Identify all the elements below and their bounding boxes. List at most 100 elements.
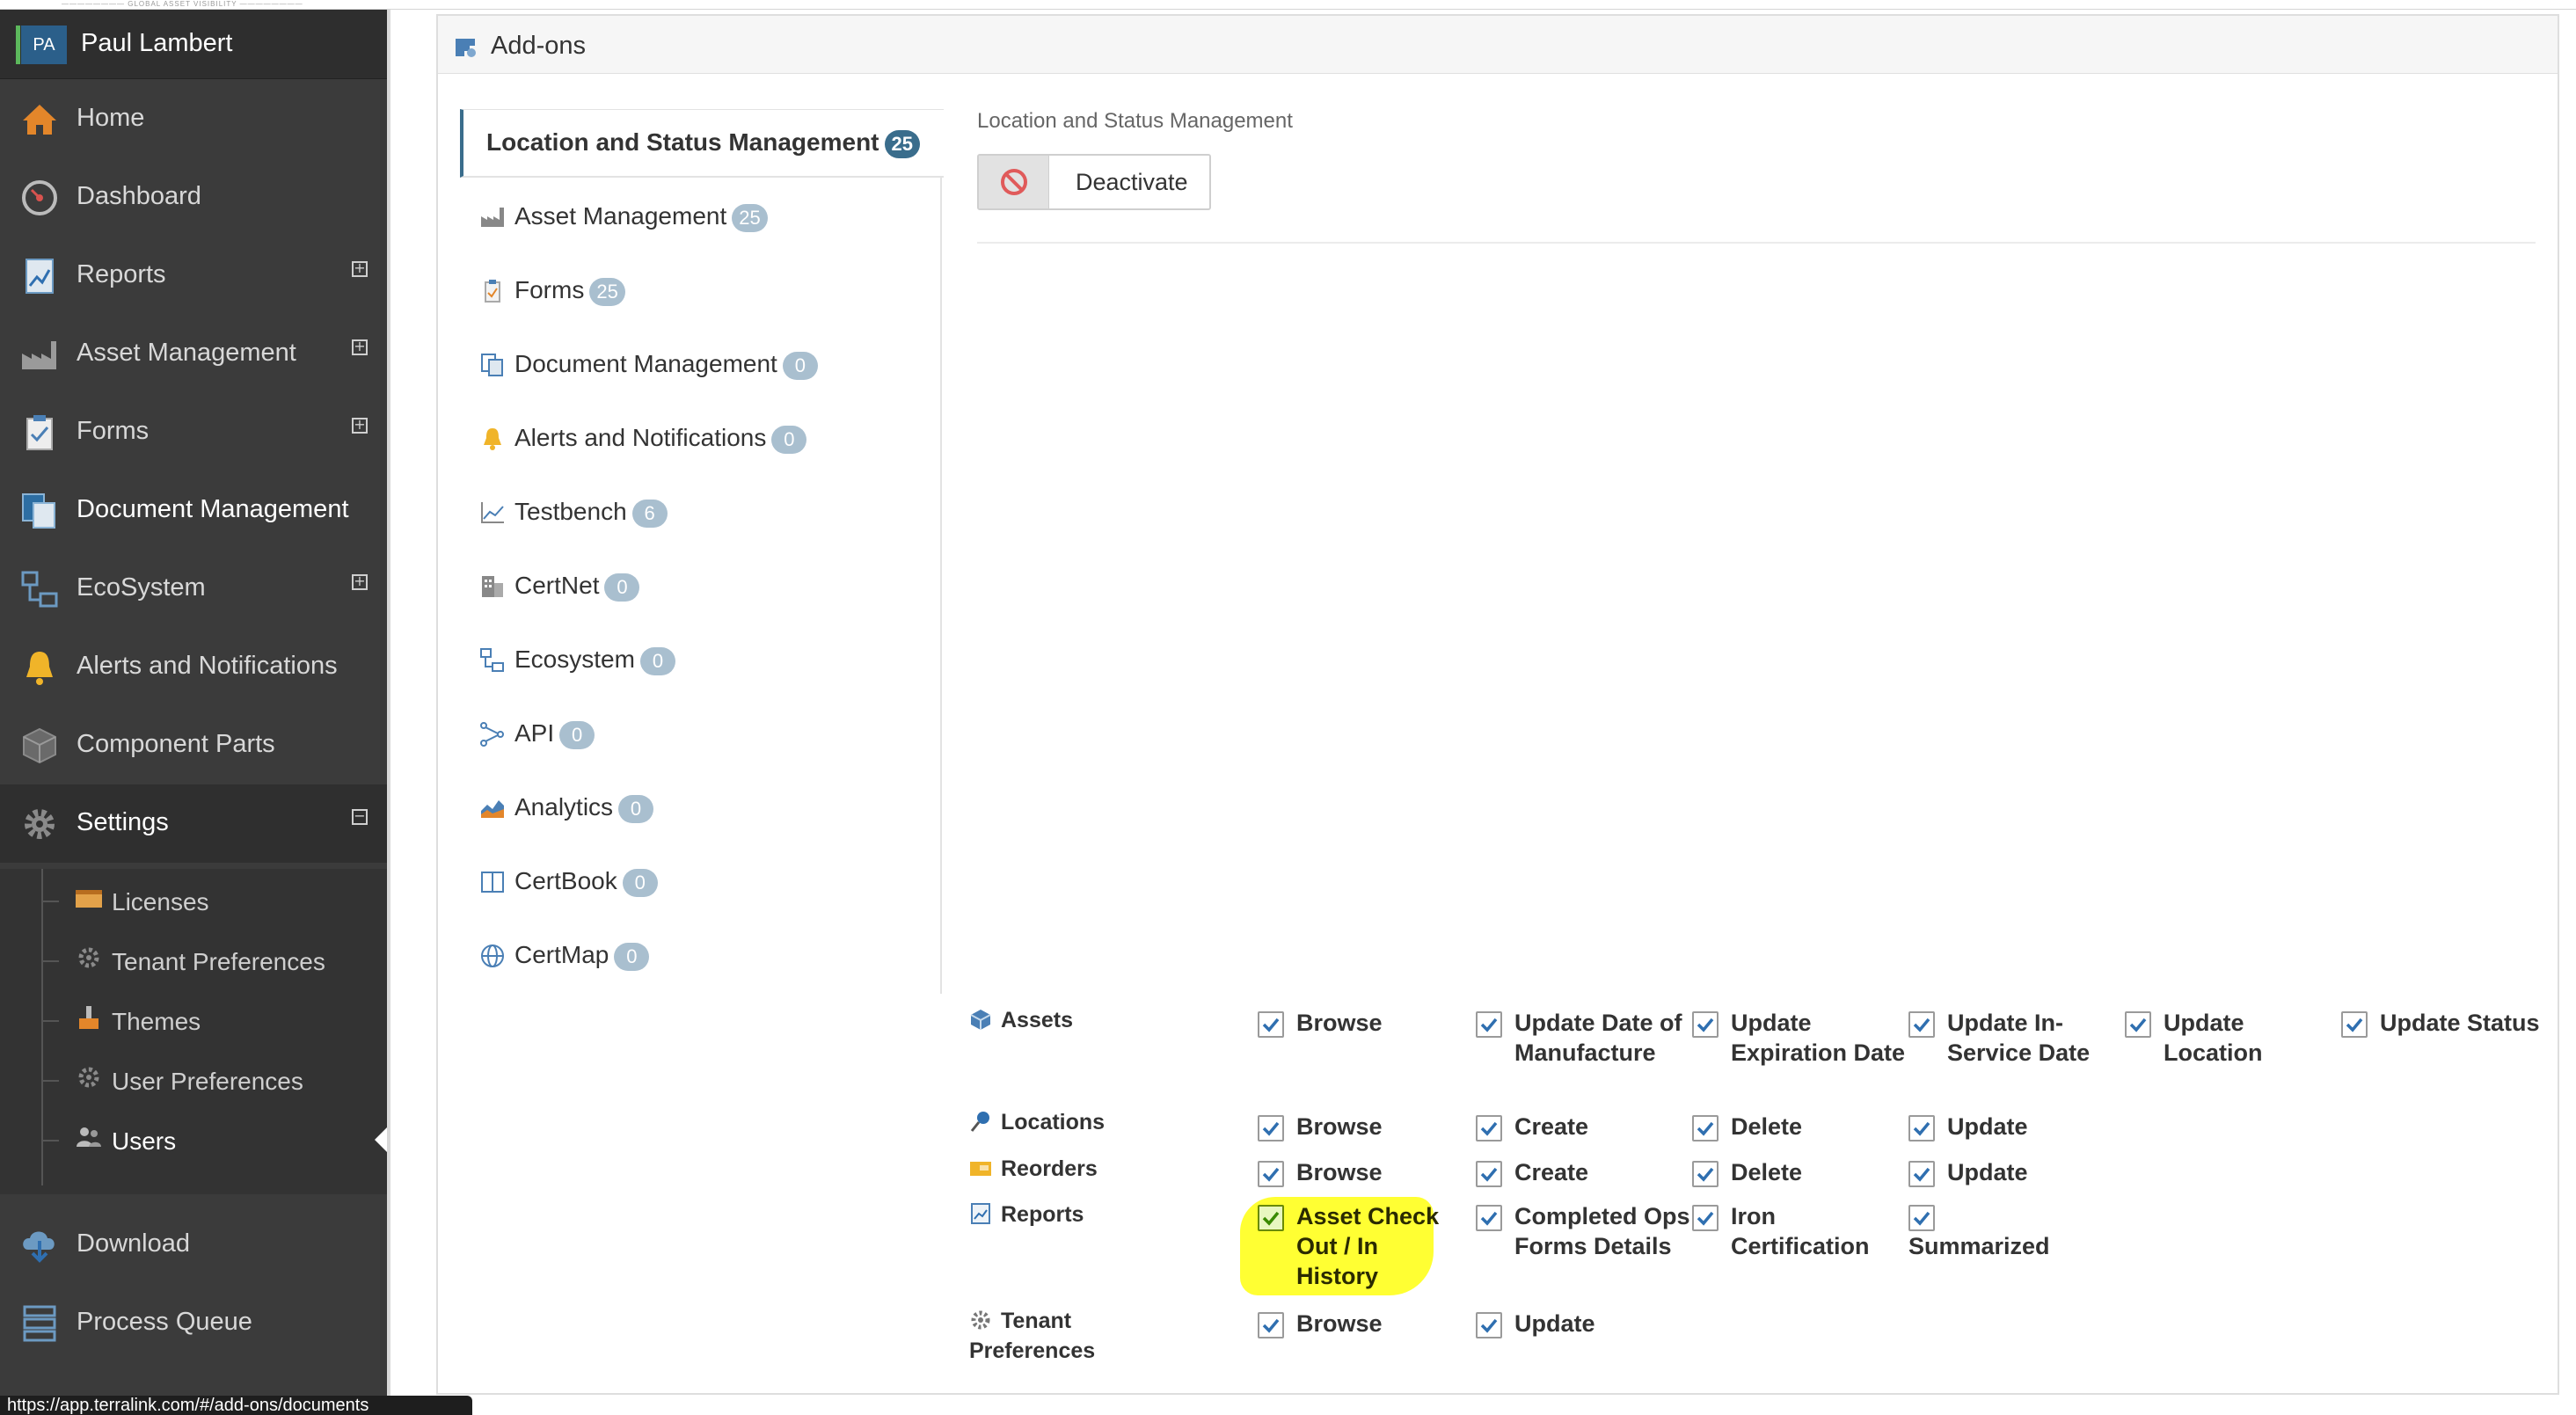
clipboard-icon xyxy=(26,415,53,450)
perm-action-label: Summarized xyxy=(1908,1233,2050,1259)
count-badge: 0 xyxy=(622,868,658,897)
checkbox[interactable] xyxy=(1258,1011,1284,1038)
checkbox[interactable] xyxy=(1258,1161,1284,1187)
expand-icon[interactable]: + xyxy=(352,339,368,355)
nav-item-document-management[interactable]: Document Management xyxy=(0,471,387,550)
perm-action-label: Asset Check Out / In History xyxy=(1296,1203,1440,1289)
nav-item-download[interactable]: Download xyxy=(0,1206,387,1284)
sub-item-themes[interactable]: Themes xyxy=(0,990,387,1050)
check-icon xyxy=(1697,1017,1714,1032)
sub-item-label: Licenses xyxy=(112,888,209,915)
sub-item-users[interactable]: Users xyxy=(0,1110,387,1170)
nav-item-process-queue[interactable]: Process Queue xyxy=(0,1284,387,1362)
tab-certbook[interactable]: CertBook 0 xyxy=(479,858,928,908)
checkbox[interactable] xyxy=(1476,1115,1502,1141)
checkbox[interactable] xyxy=(1476,1011,1502,1038)
count-badge: 0 xyxy=(639,646,675,675)
puzzle-icon xyxy=(456,39,476,57)
tab-document-management[interactable]: Document Management 0 xyxy=(479,341,928,390)
brand-tagline: ———————— GLOBAL ASSET VISIBILITY ———————… xyxy=(62,0,303,8)
box-icon xyxy=(970,1162,991,1176)
check-icon xyxy=(1913,1121,1930,1136)
sub-item-user-preferences[interactable]: User Preferences xyxy=(0,1050,387,1110)
sub-item-label: User Preferences xyxy=(112,1068,303,1095)
report-icon xyxy=(26,259,54,294)
tab-alerts-notifications[interactable]: Alerts and Notifications 0 xyxy=(479,415,928,464)
check-icon xyxy=(1697,1121,1714,1136)
checkbox[interactable] xyxy=(1908,1161,1935,1187)
check-icon xyxy=(1913,1167,1930,1182)
perm-action-label: Update xyxy=(1947,1159,2028,1185)
user-bar[interactable]: PA Paul Lambert xyxy=(0,10,387,79)
tab-label-text: Testbench xyxy=(514,498,627,525)
nav-label: Process Queue xyxy=(77,1308,252,1336)
sub-item-licenses[interactable]: Licenses xyxy=(0,871,387,930)
tab-label-text: CertMap xyxy=(514,941,609,968)
checkbox[interactable] xyxy=(1258,1205,1284,1231)
checkbox[interactable] xyxy=(1908,1205,1935,1231)
checkbox[interactable] xyxy=(2125,1011,2151,1038)
tab-label: Analytics 0 xyxy=(514,793,654,823)
tab-certnet[interactable]: CertNet 0 xyxy=(479,563,928,612)
checkbox[interactable] xyxy=(1476,1312,1502,1338)
expand-icon[interactable]: + xyxy=(352,418,368,434)
tab-forms[interactable]: Forms 25 xyxy=(479,267,928,317)
checkbox[interactable] xyxy=(1476,1205,1502,1231)
tab-ecosystem[interactable]: Ecosystem 0 xyxy=(479,637,928,686)
nav-item-reports[interactable]: Reports + xyxy=(0,237,387,315)
checkbox[interactable] xyxy=(1692,1161,1719,1187)
resource-label: Reorders xyxy=(1001,1156,1098,1181)
checkbox[interactable] xyxy=(1692,1011,1719,1038)
nav-label: Download xyxy=(77,1229,190,1258)
report-icon xyxy=(971,1203,990,1224)
check-icon xyxy=(1480,1017,1498,1032)
checkbox[interactable] xyxy=(2341,1011,2368,1038)
check-icon xyxy=(1697,1211,1714,1226)
nav-item-home[interactable]: Home xyxy=(0,80,387,158)
checkbox[interactable] xyxy=(1908,1011,1935,1038)
addon-title: Location and Status Management xyxy=(977,109,1293,133)
collapse-icon[interactable]: − xyxy=(352,809,368,825)
check-icon xyxy=(1913,1017,1930,1032)
sidebar: PA Paul Lambert Home Dashboard Reports +… xyxy=(0,10,387,1415)
tab-api[interactable]: API 0 xyxy=(479,711,928,760)
expand-icon[interactable]: + xyxy=(352,261,368,277)
gear-icon xyxy=(25,809,55,839)
tree-tick xyxy=(41,1080,59,1082)
network-icon xyxy=(21,571,58,608)
checkbox[interactable] xyxy=(1258,1312,1284,1338)
nav-item-forms[interactable]: Forms + xyxy=(0,393,387,471)
tab-location-status-management[interactable]: Location and Status Management 25 xyxy=(460,109,944,178)
nav-item-ecosystem[interactable]: EcoSystem + xyxy=(0,550,387,628)
tab-certmap[interactable]: CertMap 0 xyxy=(479,932,928,981)
tab-testbench[interactable]: Testbench 6 xyxy=(479,489,928,538)
perm-action-label: Browse xyxy=(1296,1159,1383,1185)
gear-icon xyxy=(78,1067,99,1088)
count-badge: 25 xyxy=(589,277,625,306)
sub-item-tenant-preferences[interactable]: Tenant Preferences xyxy=(0,930,387,990)
tab-label-text: Document Management xyxy=(514,350,777,377)
check-icon xyxy=(1913,1211,1930,1226)
sidebar-border xyxy=(387,10,390,1415)
resource-label: Assets xyxy=(1001,1008,1073,1032)
tab-analytics[interactable]: Analytics 0 xyxy=(479,784,928,834)
current-caret xyxy=(375,1127,387,1152)
checkbox[interactable] xyxy=(1476,1161,1502,1187)
nav-item-asset-management[interactable]: Asset Management + xyxy=(0,315,387,393)
checkbox[interactable] xyxy=(1908,1115,1935,1141)
nav-item-settings[interactable]: Settings − xyxy=(0,784,387,863)
count-badge: 0 xyxy=(559,720,595,749)
tab-asset-management[interactable]: Asset Management 25 xyxy=(479,193,928,243)
license-icon xyxy=(76,890,102,908)
nav-item-dashboard[interactable]: Dashboard xyxy=(0,158,387,237)
checkbox[interactable] xyxy=(1692,1115,1719,1141)
gear-icon xyxy=(971,1310,990,1330)
nav-item-alerts[interactable]: Alerts and Notifications xyxy=(0,628,387,706)
checkbox[interactable] xyxy=(1692,1205,1719,1231)
nav-item-component-parts[interactable]: Component Parts xyxy=(0,706,387,784)
deactivate-button[interactable]: Deactivate xyxy=(977,154,1211,210)
expand-icon[interactable]: + xyxy=(352,574,368,590)
online-indicator xyxy=(16,26,20,64)
perm-action-label: Update xyxy=(1947,1113,2028,1140)
checkbox[interactable] xyxy=(1258,1115,1284,1141)
